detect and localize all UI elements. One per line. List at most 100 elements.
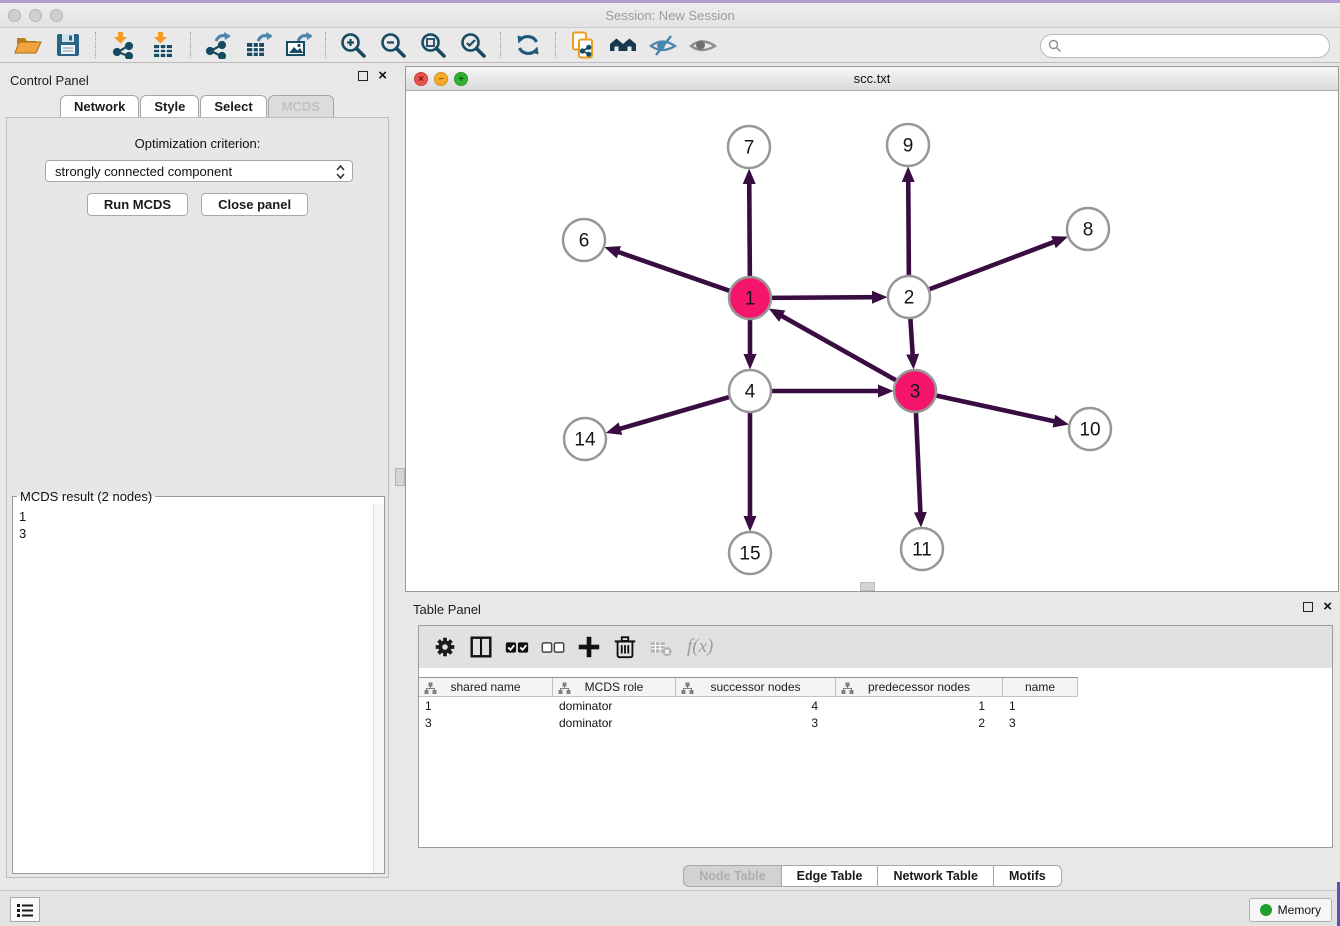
window-controls — [8, 9, 63, 22]
cell-successor-nodes[interactable]: 3 — [676, 715, 836, 732]
memory-button[interactable]: Memory — [1249, 898, 1332, 922]
graph-node-2[interactable]: 2 — [888, 276, 930, 318]
close-panel-button[interactable]: Close panel — [201, 193, 308, 216]
graph-edge-1-7[interactable] — [749, 182, 750, 279]
table-row[interactable]: 1 dominator 4 1 1 — [419, 698, 1334, 715]
column-label: shared name — [450, 680, 520, 694]
graph-edge-3-1[interactable] — [780, 315, 898, 381]
network-maximize-button[interactable]: + — [454, 72, 468, 86]
export-network-icon[interactable] — [203, 30, 233, 60]
tab-network[interactable]: Network — [60, 95, 139, 117]
optimization-criterion-label: Optimization criterion: — [7, 136, 388, 151]
cell-name[interactable]: 1 — [1003, 698, 1078, 715]
tab-style[interactable]: Style — [140, 95, 199, 117]
zoom-selected-icon[interactable] — [458, 30, 488, 60]
mcds-result-scrollbar[interactable] — [373, 504, 384, 873]
graph-edge-4-14[interactable] — [619, 396, 732, 429]
network-close-button[interactable]: × — [414, 72, 428, 86]
graph-edge-2-3[interactable] — [910, 316, 913, 356]
delete-rows-icon[interactable] — [612, 633, 638, 661]
tab-edge-table[interactable]: Edge Table — [782, 865, 879, 887]
control-panel-close-icon[interactable]: × — [378, 71, 387, 81]
cell-shared-name[interactable]: 3 — [419, 715, 553, 732]
graph-edge-2-8[interactable] — [927, 241, 1056, 290]
graph-edge-1-2[interactable] — [769, 297, 874, 298]
main-toolbar — [0, 28, 1340, 63]
network-canvas[interactable]: 7 9 6 8 1 2 4 3 14 10 15 11 — [406, 91, 1338, 591]
list-icon — [16, 902, 34, 918]
graph-node-6[interactable]: 6 — [563, 219, 605, 261]
graph-edge-3-10[interactable] — [934, 395, 1056, 422]
tab-node-table[interactable]: Node Table — [683, 865, 781, 887]
graph-node-11[interactable]: 11 — [901, 528, 943, 570]
zoom-in-icon[interactable] — [338, 30, 368, 60]
cell-predecessor-nodes[interactable]: 2 — [836, 715, 1003, 732]
graph-node-4[interactable]: 4 — [729, 370, 771, 412]
column-header-mcds-role[interactable]: MCDS role — [553, 678, 676, 696]
select-all-columns-icon[interactable] — [504, 633, 530, 661]
open-session-icon[interactable] — [13, 30, 43, 60]
refresh-icon[interactable] — [513, 30, 543, 60]
hide-selected-icon[interactable] — [648, 30, 678, 60]
import-network-icon[interactable] — [108, 30, 138, 60]
search-input[interactable] — [1040, 34, 1330, 58]
window-zoom-button[interactable] — [50, 9, 63, 22]
table-panel-float-icon[interactable] — [1303, 602, 1313, 612]
window-close-button[interactable] — [8, 9, 21, 22]
cell-mcds-role[interactable]: dominator — [553, 715, 676, 732]
cell-mcds-role[interactable]: dominator — [553, 698, 676, 715]
new-network-from-selection-icon[interactable] — [568, 30, 598, 60]
tab-network-table[interactable]: Network Table — [878, 865, 994, 887]
cell-predecessor-nodes[interactable]: 1 — [836, 698, 1003, 715]
mcds-result-line: 3 — [19, 525, 362, 542]
task-history-button[interactable] — [10, 897, 40, 922]
import-table-icon[interactable] — [148, 30, 178, 60]
export-image-icon[interactable] — [283, 30, 313, 60]
table-row[interactable]: 3 dominator 3 2 3 — [419, 715, 1334, 732]
table-panel: Table Panel × — [405, 597, 1340, 888]
column-header-shared-name[interactable]: shared name — [419, 678, 553, 696]
mcds-result-text[interactable]: 1 3 — [13, 506, 368, 544]
show-columns-icon[interactable] — [468, 633, 494, 661]
cell-name[interactable]: 3 — [1003, 715, 1078, 732]
cell-shared-name[interactable]: 1 — [419, 698, 553, 715]
export-table-icon[interactable] — [243, 30, 273, 60]
network-window-titlebar: × − + scc.txt — [406, 67, 1338, 91]
graph-edge-2-9[interactable] — [908, 180, 909, 278]
deselect-all-columns-icon[interactable] — [540, 633, 566, 661]
control-panel-tabs: Network Style Select MCDS — [0, 95, 395, 117]
zoom-out-icon[interactable] — [378, 30, 408, 60]
vertical-splitter-handle[interactable] — [395, 468, 405, 486]
save-session-icon[interactable] — [53, 30, 83, 60]
zoom-fit-icon[interactable] — [418, 30, 448, 60]
tab-motifs[interactable]: Motifs — [994, 865, 1062, 887]
control-panel-float-icon[interactable] — [358, 71, 368, 81]
window-minimize-button[interactable] — [29, 9, 42, 22]
first-neighbors-icon[interactable] — [608, 30, 638, 60]
graph-node-15[interactable]: 15 — [729, 532, 771, 574]
tab-mcds[interactable]: MCDS — [268, 95, 334, 117]
graph-edge-3-11[interactable] — [916, 410, 921, 514]
graph-node-8[interactable]: 8 — [1067, 208, 1109, 250]
add-row-icon[interactable] — [576, 633, 602, 661]
horizontal-splitter-handle[interactable] — [860, 582, 875, 591]
run-mcds-button[interactable]: Run MCDS — [87, 193, 188, 216]
graph-node-10[interactable]: 10 — [1069, 408, 1111, 450]
graph-node-14[interactable]: 14 — [564, 418, 606, 460]
graph-node-9[interactable]: 9 — [887, 124, 929, 166]
graph-edge-1-6[interactable] — [617, 252, 732, 292]
graph-node-3[interactable]: 3 — [894, 370, 936, 412]
network-minimize-button[interactable]: − — [434, 72, 448, 86]
show-all-icon[interactable] — [688, 30, 718, 60]
column-header-predecessor-nodes[interactable]: predecessor nodes — [836, 678, 1003, 696]
table-panel-close-icon[interactable]: × — [1323, 602, 1332, 612]
graph-node-7[interactable]: 7 — [728, 126, 770, 168]
table-settings-icon[interactable] — [432, 633, 458, 661]
cell-successor-nodes[interactable]: 4 — [676, 698, 836, 715]
column-header-successor-nodes[interactable]: successor nodes — [676, 678, 836, 696]
graph-node-1[interactable]: 1 — [729, 277, 771, 319]
criterion-dropdown[interactable]: strongly connected component — [45, 160, 353, 182]
column-header-name[interactable]: name — [1003, 678, 1078, 696]
toolbar-separator — [325, 32, 326, 58]
tab-select[interactable]: Select — [200, 95, 266, 117]
